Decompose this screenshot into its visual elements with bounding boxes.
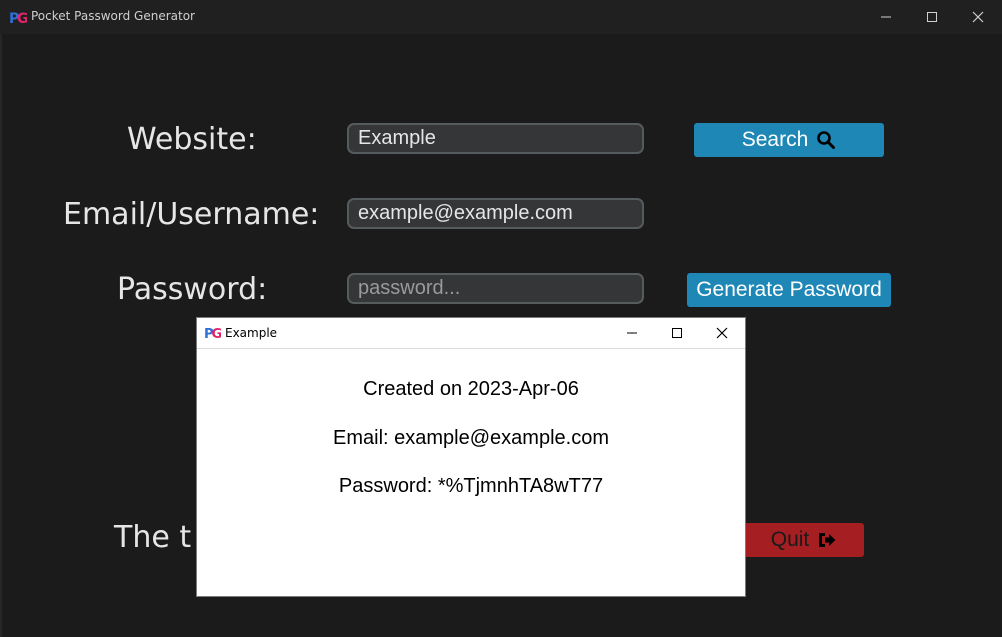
minimize-icon xyxy=(881,16,891,18)
dialog-minimize-button[interactable] xyxy=(609,318,655,348)
sign-out-icon xyxy=(819,533,836,547)
created-date-text: Created on 2023-Apr-06 xyxy=(363,378,579,400)
minimize-button[interactable] xyxy=(863,0,909,34)
website-input[interactable] xyxy=(347,123,644,154)
svg-text:G: G xyxy=(212,327,221,341)
minimize-icon xyxy=(627,332,637,334)
quit-button-label: Quit xyxy=(770,528,810,551)
quit-button[interactable]: Quit xyxy=(744,523,864,557)
email-detail-text: Email: example@example.com xyxy=(333,427,609,449)
title-bar[interactable]: P G Pocket Password Generator xyxy=(0,0,1002,34)
close-icon xyxy=(716,327,728,339)
password-input[interactable] xyxy=(347,273,644,304)
maximize-icon xyxy=(672,328,682,338)
dialog-maximize-button[interactable] xyxy=(654,318,700,348)
close-icon xyxy=(972,11,984,23)
dialog-close-button[interactable] xyxy=(699,318,745,348)
maximize-icon xyxy=(927,12,937,22)
window-title: Pocket Password Generator xyxy=(31,9,195,23)
email-input[interactable] xyxy=(347,198,644,229)
email-label: Email/Username: xyxy=(63,197,320,232)
generate-password-label: Generate Password xyxy=(696,278,882,301)
details-dialog: P G Example Created on 2023-Apr-06 Email… xyxy=(196,317,746,597)
app-logo-icon: P G xyxy=(204,327,221,341)
app-logo-icon: P G xyxy=(9,11,27,26)
search-icon xyxy=(817,131,836,149)
maximize-button[interactable] xyxy=(909,0,955,34)
search-button-label: Search xyxy=(741,128,809,151)
svg-text:G: G xyxy=(17,11,27,26)
close-button[interactable] xyxy=(955,0,1001,34)
password-label: Password: xyxy=(117,272,268,307)
password-detail-text: Password: *%TjmnhTA8wT77 xyxy=(338,475,604,497)
generate-password-button[interactable]: Generate Password xyxy=(687,273,891,307)
window-edge xyxy=(0,34,2,637)
search-button[interactable]: Search xyxy=(694,123,884,157)
dialog-title: Example xyxy=(225,326,278,340)
footer-text: The t xyxy=(114,520,192,555)
website-label: Website: xyxy=(127,122,257,157)
dialog-title-bar[interactable]: P G Example xyxy=(197,318,745,349)
